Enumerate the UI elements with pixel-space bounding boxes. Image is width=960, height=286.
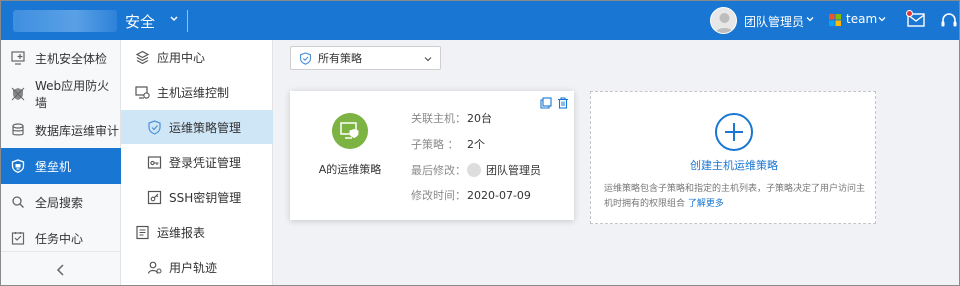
sidebar-item-host-check[interactable]: 主机安全体检 xyxy=(1,40,121,76)
sidebar-item-bastion[interactable]: 堡垒机 xyxy=(1,148,121,184)
product-sidebar: 主机安全体检 Web应用防火墙 数据库运维审计 堡垒机 全局搜索 任务中心 xyxy=(1,40,121,285)
sidebar-item-label: 数据库运维审计 xyxy=(35,123,120,138)
avatar[interactable] xyxy=(710,7,737,34)
app-window: 安全 团队管理员 team 主机安全体检 Web应用防火墙 数据库运维审计 堡垒… xyxy=(0,0,960,286)
sidebar-item-search[interactable]: 全局搜索 xyxy=(1,184,121,220)
divider xyxy=(187,10,188,32)
chevron-down-icon[interactable] xyxy=(805,14,815,24)
subnav-item-label: SSH密钥管理 xyxy=(169,190,242,205)
linked-hosts-row: 关联主机： 20台 xyxy=(411,110,492,126)
team-logo-icon xyxy=(829,14,841,26)
sidebar-item-db-audit[interactable]: 数据库运维审计 xyxy=(1,112,121,148)
chevron-down-icon[interactable] xyxy=(167,12,181,26)
sidebar-item-label: 堡垒机 xyxy=(35,159,72,174)
host-check-icon xyxy=(11,51,25,65)
user-name[interactable]: 团队管理员 xyxy=(744,13,804,30)
subnav-item-reports[interactable]: 运维报表 xyxy=(121,215,273,249)
policy-name[interactable]: A的运维策略 xyxy=(290,161,410,177)
copy-icon[interactable] xyxy=(540,97,552,109)
meta-value: 团队管理员 xyxy=(486,164,541,177)
policy-card[interactable]: A的运维策略 关联主机： 20台 子策略 ： 2个 最后修改： 团队管理员 修改… xyxy=(290,91,574,220)
sub-policies-row: 子策略 ： 2个 xyxy=(411,136,485,152)
bastion-shield-icon xyxy=(11,159,25,173)
main-content: 所有策略 A的运维策略 关联主机： 20台 子策略 ： 2个 最后修改： 团队管… xyxy=(273,40,959,285)
meta-value: 2个 xyxy=(467,138,485,151)
chevron-left-icon xyxy=(56,263,64,276)
plus-icon[interactable] xyxy=(715,113,753,151)
task-icon xyxy=(11,232,25,245)
modified-time-row: 修改时间： 2020-07-09 xyxy=(411,187,531,203)
subnav-item-credentials[interactable]: 登录凭证管理 xyxy=(121,145,273,179)
brand-logo[interactable] xyxy=(13,10,117,32)
policy-icon xyxy=(332,113,368,149)
subnav-item-label: 用户轨迹 xyxy=(169,260,218,275)
app-center-icon xyxy=(135,50,150,64)
subnav-item-label: 运维报表 xyxy=(157,225,206,240)
waf-icon xyxy=(11,87,25,101)
subnav-item-policy-management[interactable]: 运维策略管理 xyxy=(121,110,273,144)
learn-more-link[interactable]: 了解更多 xyxy=(688,199,724,209)
subnav-item-app-center[interactable]: 应用中心 xyxy=(121,40,273,74)
subnav-item-ssh-keys[interactable]: SSH密钥管理 xyxy=(121,180,273,214)
subnav-item-label: 运维策略管理 xyxy=(169,120,242,135)
subnav-item-label: 登录凭证管理 xyxy=(169,155,242,170)
policy-filter-select[interactable]: 所有策略 xyxy=(290,46,441,70)
report-icon xyxy=(136,225,149,239)
meta-label: 关联主机： xyxy=(411,112,466,125)
subnav-item-label: 主机运维控制 xyxy=(157,85,230,100)
notification-badge xyxy=(906,10,913,17)
last-modified-by-row: 最后修改： 团队管理员 xyxy=(411,162,541,178)
bastion-subnav: 应用中心 主机运维控制 运维策略管理 登录凭证管理 SSH密钥管理 运维报表 用… xyxy=(121,40,273,285)
delete-icon[interactable] xyxy=(557,97,569,109)
collapse-sidebar-button[interactable] xyxy=(1,251,121,285)
team-switcher[interactable]: team xyxy=(846,12,877,26)
sidebar-item-label: 全局搜索 xyxy=(35,195,84,210)
policy-shield-icon xyxy=(148,119,161,135)
meta-value: 2020-07-09 xyxy=(467,188,531,202)
meta-label: 最后修改： xyxy=(411,164,466,177)
top-navigation-bar: 安全 团队管理员 team xyxy=(1,1,959,40)
create-policy-card[interactable]: 创建主机运维策略 运维策略包含子策略和指定的主机列表，子策略决定了用户访问主机时… xyxy=(590,91,876,224)
database-icon xyxy=(12,123,24,136)
create-policy-description: 运维策略包含子策略和指定的主机列表，子策略决定了用户访问主机时拥有的权限组合 了… xyxy=(604,182,866,212)
host-ops-icon xyxy=(135,85,150,99)
avatar xyxy=(467,163,481,177)
brand-title[interactable]: 安全 xyxy=(125,11,155,32)
credential-icon xyxy=(147,155,162,169)
sidebar-item-label: Web应用防火墙 xyxy=(35,79,110,110)
description-text: 运维策略包含子策略和指定的主机列表，子策略决定了用户访问主机时拥有的权限组合 xyxy=(604,184,866,209)
create-policy-link[interactable]: 创建主机运维策略 xyxy=(591,157,877,173)
monitor-shield-icon xyxy=(340,122,359,139)
sidebar-item-label: 主机安全体检 xyxy=(35,51,108,66)
subnav-item-label: 应用中心 xyxy=(157,50,206,65)
sidebar-item-waf[interactable]: Web应用防火墙 xyxy=(1,76,121,112)
shield-check-icon xyxy=(299,51,312,65)
meta-label: 子策略 ： xyxy=(411,138,459,151)
headset-icon[interactable] xyxy=(940,12,958,30)
meta-label: 修改时间： xyxy=(411,189,466,202)
search-icon xyxy=(12,196,24,208)
user-track-icon xyxy=(147,261,162,274)
subnav-item-user-track[interactable]: 用户轨迹 xyxy=(121,250,273,284)
chevron-down-icon[interactable] xyxy=(877,14,887,24)
subnav-item-host-ops[interactable]: 主机运维控制 xyxy=(121,75,273,109)
chevron-down-icon xyxy=(424,57,432,62)
sidebar-item-label: 任务中心 xyxy=(35,231,84,246)
ssh-key-icon xyxy=(147,190,162,204)
meta-value: 20台 xyxy=(467,112,492,125)
filter-selected-value: 所有策略 xyxy=(318,52,362,65)
